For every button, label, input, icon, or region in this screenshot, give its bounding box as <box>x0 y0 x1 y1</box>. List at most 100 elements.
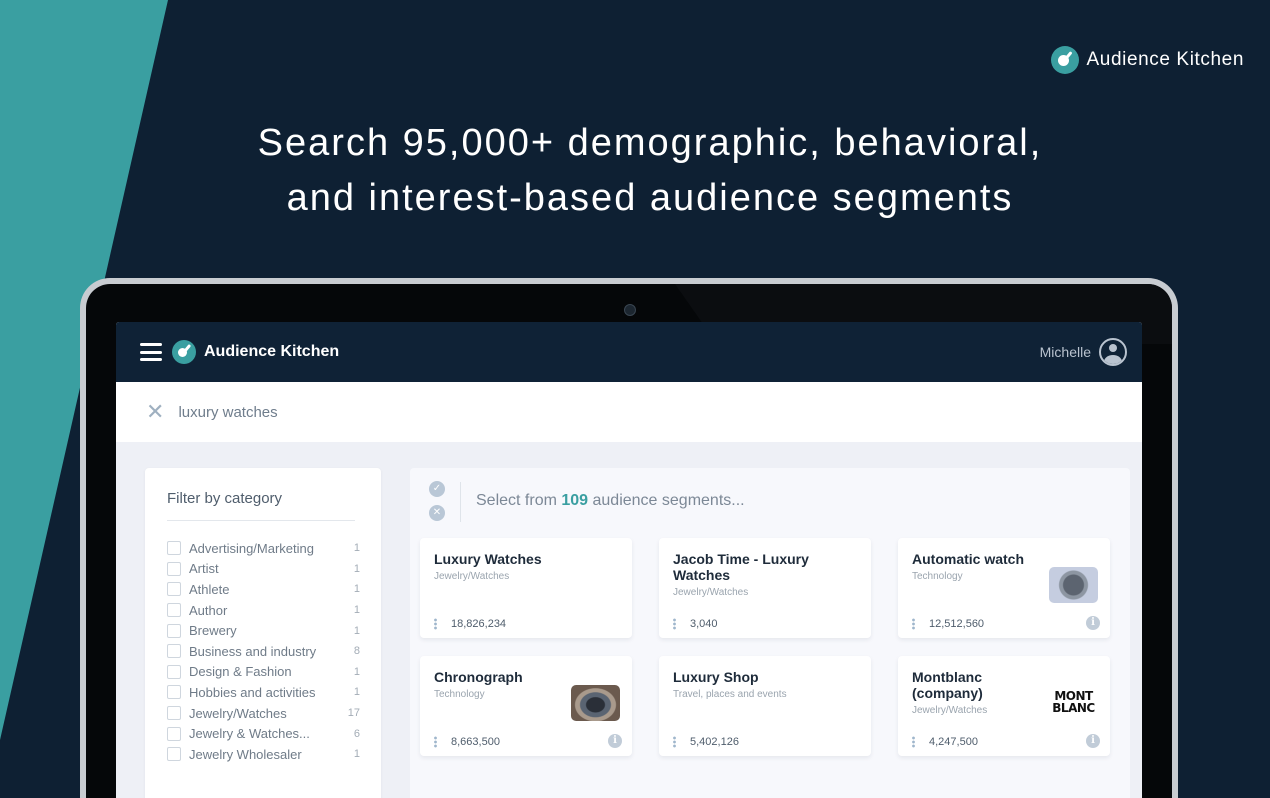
filter-label: Hobbies and activities <box>189 684 316 700</box>
segment-size-value: 12,512,560 <box>929 618 985 630</box>
checkbox[interactable] <box>167 706 181 721</box>
checkbox[interactable] <box>167 623 181 638</box>
filter-item[interactable]: Business and industry 8 <box>167 641 360 662</box>
bulk-actions: ✓ ✕ <box>429 481 445 521</box>
audience-kitchen-logo-icon <box>1050 46 1079 74</box>
checkbox[interactable] <box>167 561 181 576</box>
segment-size-value: 4,247,500 <box>929 736 978 748</box>
filter-item[interactable]: Jewelry & Watches... 6 <box>167 723 360 744</box>
drag-handle-icon[interactable] <box>912 736 915 748</box>
filter-count: 1 <box>353 686 360 699</box>
segment-card[interactable]: Luxury Watches Jewelry/Watches 18,826,23… <box>420 538 632 638</box>
filter-item[interactable]: Jewelry Wholesaler 1 <box>167 744 360 765</box>
filter-item[interactable]: Athlete 1 <box>167 579 360 600</box>
results-count: 109 <box>561 492 589 509</box>
clear-all-x-icon[interactable]: ✕ <box>429 505 445 521</box>
filter-count: 17 <box>347 707 360 720</box>
laptop-frame: Audience Kitchen Michelle ✕ Filter by ca… <box>80 278 1178 798</box>
filter-item[interactable]: Brewery 1 <box>167 620 360 641</box>
filter-item[interactable]: Hobbies and activities 1 <box>167 682 360 703</box>
checkbox[interactable] <box>167 685 181 700</box>
segment-size: 4,247,500 <box>912 736 978 748</box>
segment-category: Jewelry/Watches <box>434 571 510 582</box>
headline-line-2: and interest-based audience segments <box>286 177 1014 219</box>
select-all-check-icon[interactable]: ✓ <box>429 481 445 497</box>
laptop-bezel: Audience Kitchen Michelle ✕ Filter by ca… <box>86 284 1172 798</box>
segment-size-value: 18,826,234 <box>451 618 507 630</box>
filter-item[interactable]: Jewelry/Watches 17 <box>167 703 360 724</box>
segment-size-value: 5,402,126 <box>690 736 739 748</box>
search-bar: ✕ <box>116 382 1142 442</box>
segments-results-panel: ✓ ✕ Select from 109 audience segments...… <box>410 468 1130 798</box>
segment-title: Chronograph <box>434 669 523 685</box>
drag-handle-icon[interactable] <box>434 618 437 630</box>
segment-size: 12,512,560 <box>912 618 984 630</box>
checkbox[interactable] <box>167 541 181 556</box>
montblanc-logo-image: MONT BLANC <box>1049 685 1098 721</box>
filter-item[interactable]: Author 1 <box>167 600 360 621</box>
filter-label: Author <box>189 602 228 618</box>
drag-handle-icon[interactable] <box>673 736 676 748</box>
user-name[interactable]: Michelle <box>1040 344 1091 360</box>
checkbox[interactable] <box>167 747 181 762</box>
user-avatar-icon[interactable] <box>1099 338 1127 366</box>
filter-item[interactable]: Artist 1 <box>167 559 360 580</box>
filter-label: Jewelry Wholesaler <box>189 746 302 762</box>
info-icon[interactable]: i <box>1086 734 1100 748</box>
segment-size-value: 8,663,500 <box>451 736 500 748</box>
segment-category: Jewelry/Watches <box>912 705 988 716</box>
filter-count: 6 <box>353 727 360 740</box>
segment-title: Automatic watch <box>912 551 1025 567</box>
segment-title: Luxury Shop <box>673 669 759 685</box>
brand-name: Audience Kitchen <box>1086 49 1244 70</box>
drag-handle-icon[interactable] <box>912 618 915 630</box>
clear-search-icon[interactable]: ✕ <box>146 399 164 425</box>
segment-category: Technology <box>912 571 963 582</box>
search-input[interactable] <box>176 402 581 422</box>
filter-count: 1 <box>353 562 360 575</box>
filter-label: Jewelry/Watches <box>189 705 287 721</box>
segment-card[interactable]: Automatic watch Technology 12,512,560 i <box>898 538 1110 638</box>
segment-cards-grid: Luxury Watches Jewelry/Watches 18,826,23… <box>420 538 1120 756</box>
info-icon[interactable]: i <box>1086 616 1100 630</box>
segment-size: 3,040 <box>673 618 718 630</box>
results-summary: Select from 109 audience segments... <box>476 492 745 510</box>
filter-item[interactable]: Advertising/Marketing 1 <box>167 538 360 559</box>
app-screen: Audience Kitchen Michelle ✕ Filter by ca… <box>116 322 1142 798</box>
checkbox[interactable] <box>167 664 181 679</box>
segment-card[interactable]: Montblanc (company) Jewelry/Watches MONT… <box>898 656 1110 756</box>
segment-size: 8,663,500 <box>434 736 500 748</box>
segment-category: Jewelry/Watches <box>673 587 749 598</box>
filter-count: 1 <box>353 604 360 617</box>
checkbox[interactable] <box>167 603 181 618</box>
filter-count: 1 <box>353 583 360 596</box>
drag-handle-icon[interactable] <box>434 736 437 748</box>
segment-title: Luxury Watches <box>434 551 542 567</box>
segment-size: 5,402,126 <box>673 736 739 748</box>
filter-list: Advertising/Marketing 1 Artist 1 Athlete 1 … <box>167 538 360 765</box>
logo-line-2: BLANC <box>1052 701 1095 715</box>
watch-thumbnail-image <box>1049 567 1098 603</box>
filter-count: 1 <box>353 624 360 637</box>
results-prefix: Select from <box>476 492 562 509</box>
hamburger-menu-icon[interactable] <box>140 343 162 361</box>
filter-label: Artist <box>189 561 219 577</box>
info-icon[interactable]: i <box>608 734 622 748</box>
drag-handle-icon[interactable] <box>673 618 676 630</box>
filter-label: Athlete <box>189 581 230 597</box>
checkbox[interactable] <box>167 726 181 741</box>
chronograph-thumbnail-image <box>571 685 620 721</box>
filter-item[interactable]: Design & Fashion 1 <box>167 662 360 683</box>
segment-card[interactable]: Jacob Time - Luxury Watches Jewelry/Watc… <box>659 538 871 638</box>
results-suffix: audience segments... <box>588 492 745 509</box>
marketing-headline: Search 95,000+ demographic, behavioral, … <box>0 116 1270 226</box>
category-filter-panel: Filter by category Advertising/Marketing… <box>145 468 381 798</box>
segment-card[interactable]: Chronograph Technology 8,663,500 i <box>420 656 632 756</box>
segment-card[interactable]: Luxury Shop Travel, places and events 5,… <box>659 656 871 756</box>
segment-size-value: 3,040 <box>690 618 718 630</box>
app-bar: Audience Kitchen Michelle <box>116 322 1142 382</box>
segment-title: Jacob Time - Luxury Watches <box>673 551 809 583</box>
checkbox[interactable] <box>167 582 181 597</box>
checkbox[interactable] <box>167 644 181 659</box>
results-header: ✓ ✕ Select from 109 audience segments... <box>410 468 1130 528</box>
